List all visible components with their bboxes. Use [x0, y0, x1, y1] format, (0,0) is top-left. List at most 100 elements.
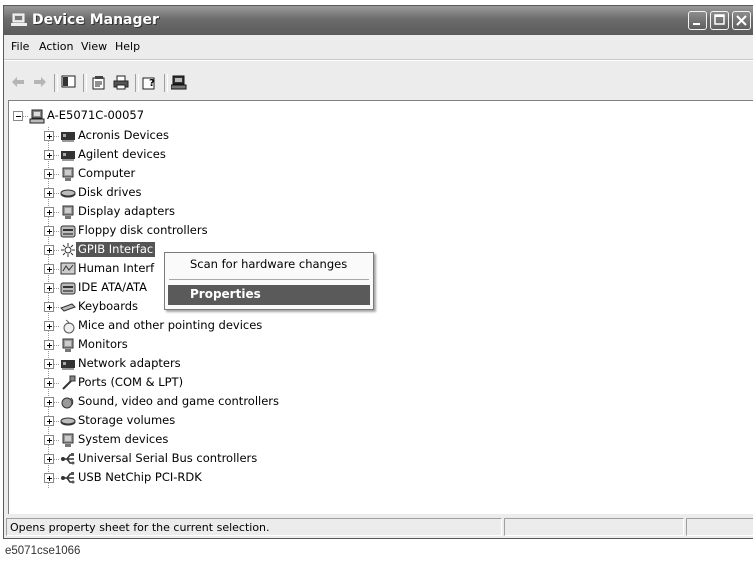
ide-icon — [60, 282, 76, 295]
toolbar-separator — [83, 74, 87, 92]
tree-item-label: Keyboards — [78, 299, 139, 313]
card-icon — [61, 360, 75, 370]
sound-icon — [61, 397, 74, 409]
toolbar-separator — [135, 74, 139, 92]
menu-action[interactable]: Action — [39, 40, 73, 53]
tree-item[interactable]: Acronis Devices — [9, 126, 429, 145]
tree-item-label: Ports (COM & LPT) — [78, 375, 184, 389]
status-bar: Opens property sheet for the current sel… — [4, 514, 753, 538]
usb-icon — [61, 453, 75, 465]
tree-item-label: Storage volumes — [78, 413, 176, 427]
expand-icon[interactable] — [44, 283, 54, 293]
tree-item[interactable]: Monitors — [9, 335, 429, 354]
expand-icon[interactable] — [44, 302, 54, 312]
keyboard-icon — [60, 303, 76, 312]
window-title: Device Manager — [32, 12, 159, 28]
back-icon[interactable] — [10, 75, 26, 89]
tree-item-label: GPIB Interfac — [76, 242, 156, 257]
expand-icon[interactable] — [44, 378, 54, 388]
help-icon[interactable]: ? — [142, 75, 158, 90]
expand-icon[interactable] — [44, 397, 54, 407]
tree-item[interactable]: Universal Serial Bus controllers — [9, 449, 429, 468]
expand-icon[interactable] — [44, 321, 54, 331]
collapse-icon[interactable] — [13, 111, 23, 121]
tree-item[interactable]: Display adapters — [9, 202, 429, 221]
title-bar[interactable]: Device Manager — [4, 6, 753, 35]
expand-icon[interactable] — [44, 207, 54, 217]
forward-icon[interactable] — [32, 75, 48, 89]
card-icon — [61, 151, 75, 161]
expand-icon[interactable] — [44, 264, 54, 274]
expand-icon[interactable] — [44, 245, 54, 255]
tree-item[interactable]: Computer — [9, 164, 429, 183]
scan-for-hardware-changes-item[interactable]: Scan for hardware changes — [190, 257, 347, 271]
tree-item-label: Universal Serial Bus controllers — [78, 451, 258, 465]
tree-item-label: Display adapters — [78, 204, 176, 218]
menu-help[interactable]: Help — [115, 40, 140, 53]
device-manager-icon — [11, 13, 27, 26]
tree-item-label: Human Interf — [78, 261, 155, 275]
console-tree-icon[interactable] — [61, 75, 77, 89]
maximize-button[interactable] — [710, 11, 729, 30]
toolbar: ? — [4, 60, 753, 99]
usb-icon — [61, 472, 75, 484]
tree-item[interactable]: USB NetChip PCI-RDK — [9, 468, 429, 487]
tree-root-label: A-E5071C-00057 — [47, 108, 145, 122]
maximize-icon — [714, 14, 725, 25]
menu-view[interactable]: View — [81, 40, 107, 53]
tree-item[interactable]: Network adapters — [9, 354, 429, 373]
gpib-icon — [61, 243, 75, 257]
expand-icon[interactable] — [44, 435, 54, 445]
context-menu: Scan for hardware changes Properties — [164, 252, 374, 310]
tree-item[interactable]: Mice and other pointing devices — [9, 316, 429, 335]
tree-item-label: USB NetChip PCI-RDK — [78, 470, 202, 484]
tree-item[interactable]: Disk drives — [9, 183, 429, 202]
figure-caption: e5071cse1066 — [5, 545, 81, 557]
tree-item[interactable]: Agilent devices — [9, 145, 429, 164]
toolbar-separator — [54, 74, 58, 92]
expand-icon[interactable] — [44, 359, 54, 369]
tree-root[interactable]: A-E5071C-00057 — [9, 107, 429, 126]
menu-file[interactable]: File — [11, 40, 29, 53]
tree-item[interactable]: Ports (COM & LPT) — [9, 373, 429, 392]
expand-icon[interactable] — [44, 454, 54, 464]
close-button[interactable] — [732, 11, 751, 30]
properties-item-label: Properties — [190, 287, 261, 301]
port-icon — [62, 375, 76, 390]
tree-item[interactable]: Storage volumes — [9, 411, 429, 430]
print-icon[interactable] — [113, 75, 129, 90]
close-icon — [736, 15, 747, 26]
expand-icon[interactable] — [44, 169, 54, 179]
expand-icon[interactable] — [44, 188, 54, 198]
expand-icon[interactable] — [44, 226, 54, 236]
monitor-icon — [62, 338, 74, 352]
expand-icon[interactable] — [44, 473, 54, 483]
status-panel-3 — [686, 518, 753, 536]
properties-icon[interactable] — [91, 75, 107, 90]
expand-icon[interactable] — [44, 340, 54, 350]
tree-item[interactable]: Sound, video and game controllers — [9, 392, 429, 411]
tree-item[interactable]: System devices — [9, 430, 429, 449]
scan-hardware-icon[interactable] — [171, 75, 187, 90]
tree-item[interactable]: Floppy disk controllers — [9, 221, 429, 240]
minimize-icon — [693, 23, 700, 25]
device-manager-window: Device Manager File Action View Help ? A… — [3, 5, 753, 539]
tree-item-label: Mice and other pointing devices — [78, 318, 263, 332]
expand-icon[interactable] — [44, 150, 54, 160]
status-text: Opens property sheet for the current sel… — [10, 521, 270, 534]
hid-icon — [60, 262, 76, 275]
status-panel-main: Opens property sheet for the current sel… — [6, 518, 502, 536]
tree-item-label: Disk drives — [78, 185, 142, 199]
toolbar-separator — [164, 74, 168, 92]
expand-icon[interactable] — [44, 131, 54, 141]
properties-item[interactable]: Properties — [168, 285, 370, 305]
expand-icon[interactable] — [44, 416, 54, 426]
computer-icon — [29, 109, 45, 124]
tree-item-label: Monitors — [78, 337, 128, 351]
computer-monitor-icon — [62, 167, 74, 181]
disk-drive-icon — [60, 189, 76, 198]
status-panel-2 — [504, 518, 684, 536]
minimize-button[interactable] — [688, 11, 707, 30]
svg-text:?: ? — [149, 78, 155, 89]
floppy-controller-icon — [60, 225, 76, 238]
